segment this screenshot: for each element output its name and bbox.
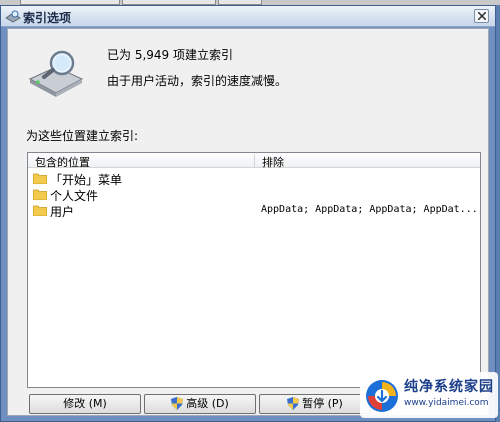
search-drive-icon	[28, 50, 84, 97]
list-header: 包含的位置 排除	[28, 153, 480, 170]
column-divider[interactable]	[254, 154, 255, 167]
folder-icon	[33, 189, 47, 200]
column-header-exclude[interactable]: 排除	[262, 154, 284, 170]
site-watermark: 纯净系统家园 www.yidaimei.com	[360, 372, 498, 418]
watermark-logo-icon	[366, 380, 398, 412]
uac-shield-icon	[287, 397, 300, 410]
list-item[interactable]: 个人文件	[28, 186, 480, 203]
indexing-options-window: 索引选项 已为 5,949 项建立索引 由于用户活动，索引的速度减慢。 为这些位…	[0, 5, 496, 422]
pause-button-label: 暂停 (P)	[302, 397, 343, 410]
items-indexed-text: 已为 5,949 项建立索引	[107, 48, 233, 62]
advanced-button-label: 高级 (D)	[186, 397, 229, 410]
title-bar[interactable]: 索引选项	[1, 6, 495, 27]
column-header-included[interactable]: 包含的位置	[35, 154, 90, 170]
locations-label: 为这些位置建立索引:	[26, 129, 139, 143]
pause-button[interactable]: 暂停 (P)	[259, 394, 371, 414]
location-excludes: AppData; AppData; AppData; AppDat...	[261, 204, 478, 215]
watermark-url: www.yidaimei.com	[404, 398, 489, 408]
dialog-body: 已为 5,949 项建立索引 由于用户活动，索引的速度减慢。 为这些位置建立索引…	[7, 28, 489, 416]
folder-icon	[33, 205, 47, 216]
index-status-message: 由于用户活动，索引的速度减慢。	[107, 74, 288, 88]
close-icon	[478, 12, 486, 20]
indexed-locations-list[interactable]: 包含的位置 排除 「开始」菜单 个人文件 用户 AppData; AppData…	[27, 152, 481, 388]
location-name: 用户	[50, 205, 75, 219]
modify-button[interactable]: 修改 (M)	[29, 394, 141, 414]
close-button[interactable]	[474, 9, 489, 23]
list-item[interactable]: 用户 AppData; AppData; AppData; AppDat...	[28, 202, 480, 219]
indexing-options-icon	[5, 10, 21, 23]
modify-button-label: 修改 (M)	[63, 397, 107, 410]
folder-icon	[33, 173, 47, 184]
window-title: 索引选项	[23, 11, 72, 25]
advanced-button[interactable]: 高级 (D)	[144, 394, 256, 414]
list-item[interactable]: 「开始」菜单	[28, 170, 480, 187]
watermark-title: 纯净系统家园	[404, 379, 494, 395]
uac-shield-icon	[171, 397, 184, 410]
